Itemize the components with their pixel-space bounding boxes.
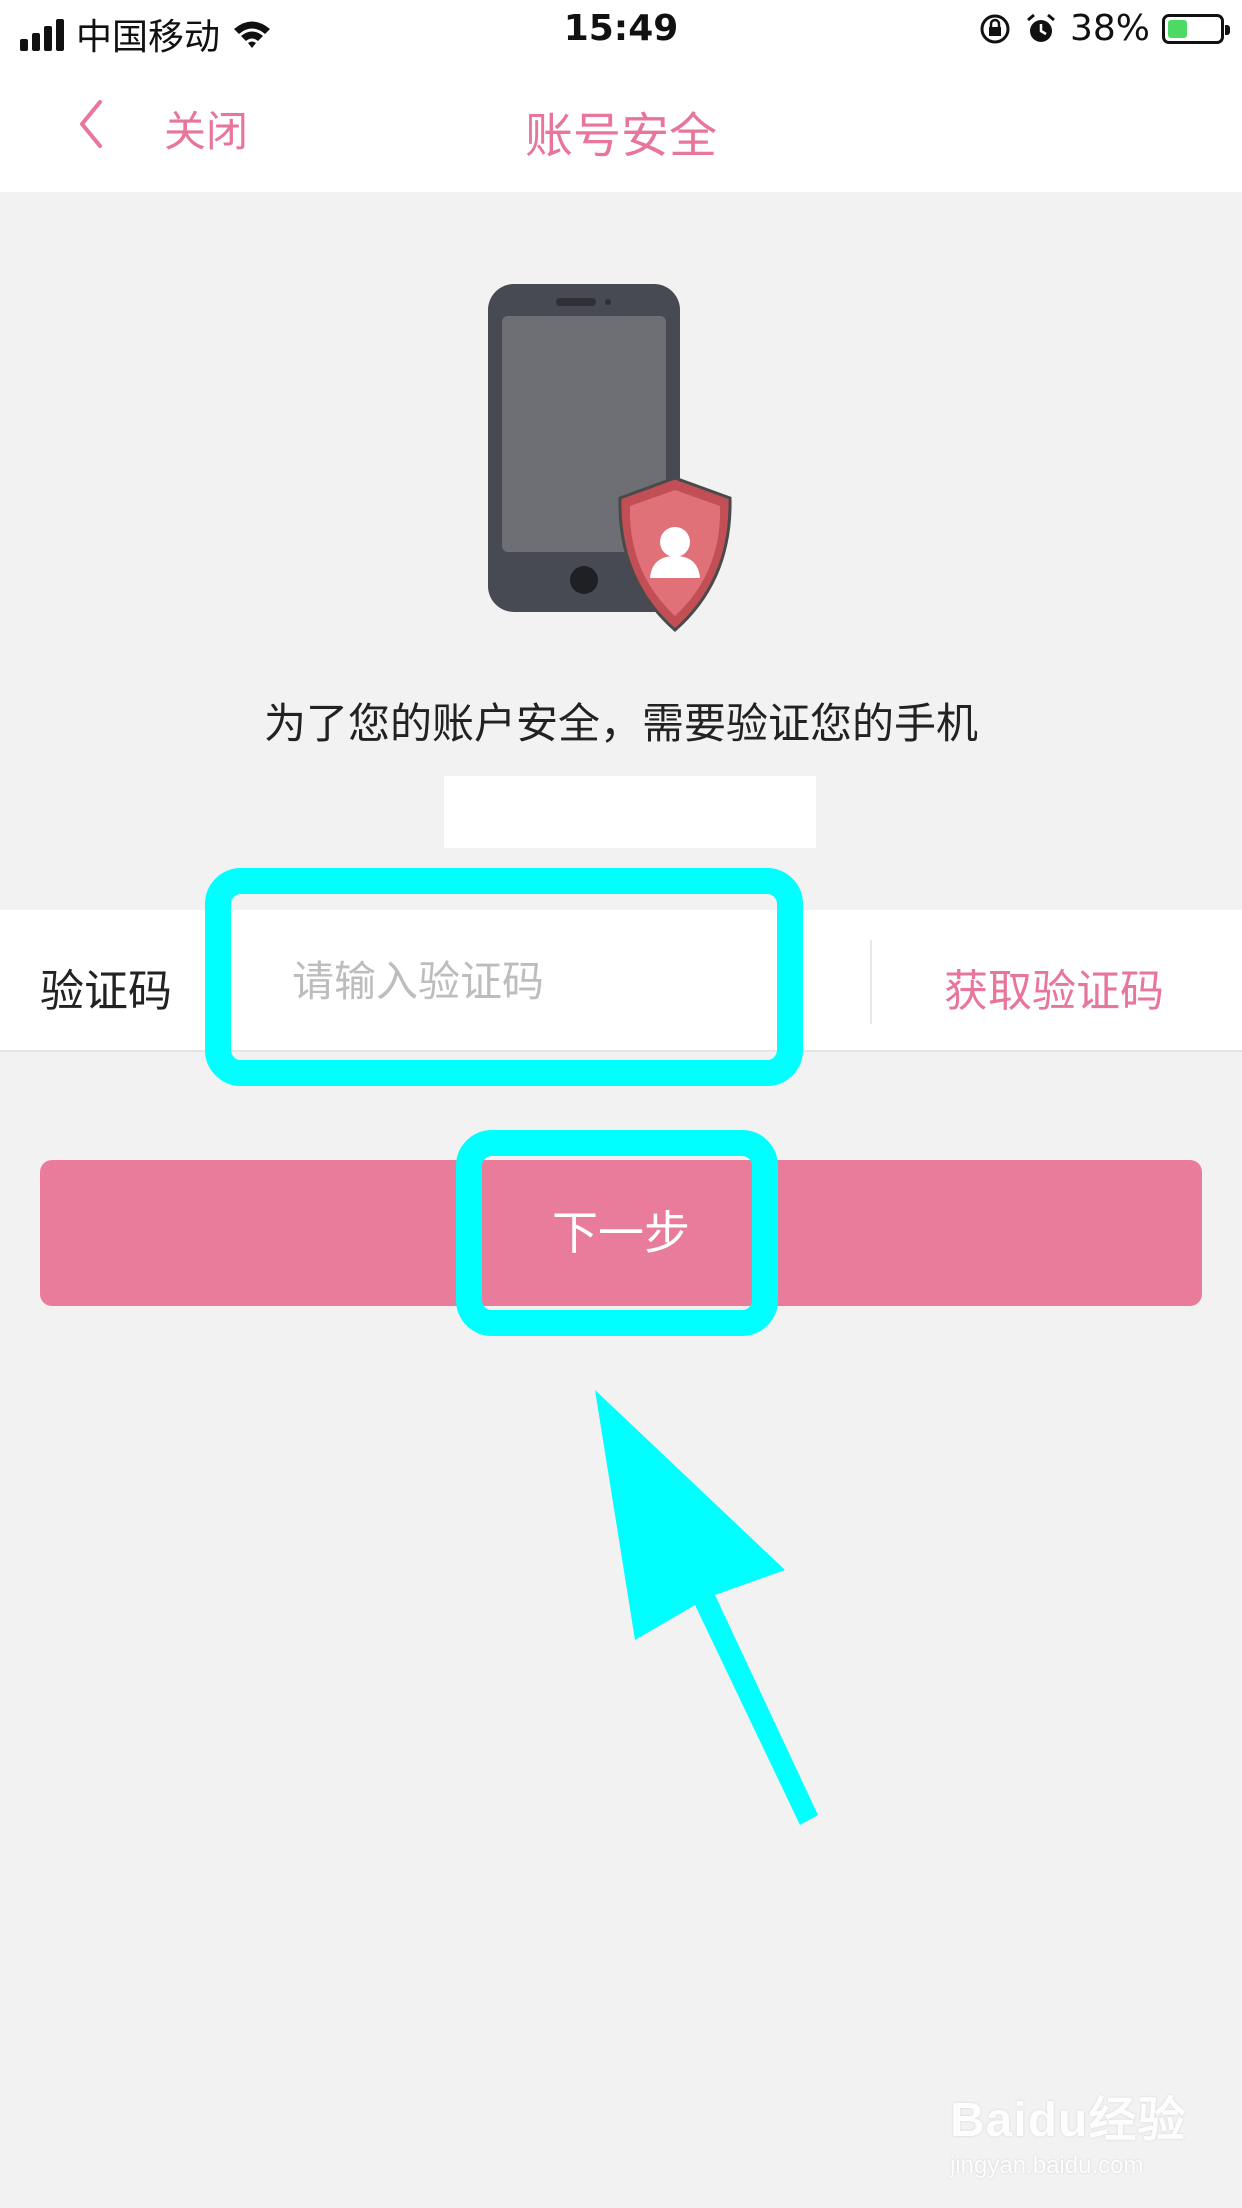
phone-shield-illustration (488, 284, 732, 632)
divider (870, 940, 872, 1024)
alarm-icon (1027, 13, 1055, 42)
watermark-url: jingyan.baidu.com (950, 2152, 1144, 2179)
verify-message: 为了您的账户安全，需要验证您的手机 (263, 699, 978, 748)
highlight-box-button (456, 1130, 778, 1336)
status-bar: 中国移动 15:49 38% (0, 0, 1242, 62)
arrow-icon (595, 1390, 818, 1825)
watermark: Baidu经验 jingyan.baidu.com (950, 2080, 1220, 2190)
page-title: 账号安全 (524, 108, 717, 164)
battery-icon (1162, 13, 1230, 44)
code-label: 验证码 (40, 966, 172, 1017)
nav-bar: 关闭 账号安全 (0, 62, 1242, 192)
battery-nub (1225, 24, 1230, 35)
battery-percent: 38% (1069, 8, 1150, 49)
get-code-button[interactable]: 获取验证码 (944, 955, 1164, 1019)
rotation-lock-icon (980, 14, 1010, 43)
watermark-logo: Baidu经验 (950, 2094, 1187, 2147)
highlight-box-input (205, 868, 803, 1086)
battery-fill (1168, 19, 1187, 38)
masked-phone-number (444, 776, 816, 848)
status-right: 38% (978, 8, 1230, 49)
